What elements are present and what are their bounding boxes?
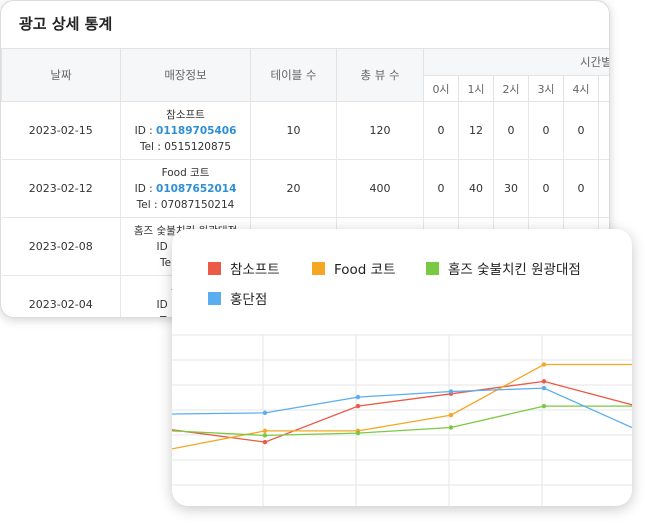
- chart-card: 참소프트 Food 코트 홈즈 숯불치킨 원광대점 홍단점: [172, 229, 632, 506]
- row-hour-value: 0: [528, 159, 564, 218]
- data-point: [262, 439, 268, 445]
- row-store-info: Food 코트 ID : 01087652014 Tel : 07087150214: [120, 159, 251, 218]
- tel-label: Tel :: [139, 140, 161, 153]
- row-hour-value: 0: [423, 101, 459, 160]
- table-row[interactable]: 2023-02-15 참소프트 ID : 01189705406 Tel : 0515…: [1, 101, 609, 160]
- row-hour-value: 0: [563, 159, 599, 218]
- row-hour-value: 40: [458, 159, 494, 218]
- line-chart: [172, 334, 632, 506]
- hour-header: 1시: [458, 75, 494, 102]
- column-header-date[interactable]: 날짜: [1, 48, 121, 102]
- store-id-line: ID : 01087652014: [121, 181, 250, 197]
- data-point: [448, 425, 454, 430]
- series-line: [172, 380, 632, 443]
- store-id-link[interactable]: 01189705406: [156, 125, 236, 137]
- id-label: ID :: [134, 182, 153, 195]
- row-tables: 10: [250, 101, 337, 160]
- data-point: [262, 410, 268, 416]
- column-header-hourly[interactable]: 시간별: [422, 48, 609, 76]
- row-hour-value: [598, 159, 609, 218]
- data-point: [355, 403, 361, 409]
- data-point: [541, 403, 547, 409]
- id-label: ID :: [134, 124, 153, 137]
- hour-header: 0시: [423, 75, 459, 102]
- data-point: [541, 379, 547, 384]
- data-point: [448, 412, 454, 418]
- row-hour-value: 12: [458, 101, 494, 160]
- store-tel-line: Tel : 0515120875: [121, 139, 250, 155]
- store-id-link[interactable]: 01087652014: [156, 183, 236, 195]
- hour-header: 5: [597, 75, 609, 102]
- hour-header: 2시: [493, 75, 529, 102]
- tel-label: Tel :: [136, 198, 158, 211]
- row-date: 2023-02-04: [1, 275, 121, 317]
- row-hour-value: 0: [563, 101, 599, 160]
- data-point: [355, 394, 361, 400]
- row-total-views: 400: [336, 159, 424, 218]
- data-point: [448, 389, 454, 394]
- store-tel: 0515120875: [164, 140, 232, 153]
- row-hour-value: 0: [528, 101, 564, 160]
- store-name: Food 코트: [161, 166, 210, 179]
- store-tel: 07087150214: [160, 198, 235, 211]
- row-hour-value: [598, 101, 609, 160]
- column-header-store-info[interactable]: 매장정보: [120, 48, 251, 102]
- data-point: [262, 433, 268, 438]
- card-title: 광고 상세 통계: [19, 15, 113, 33]
- data-point: [541, 362, 547, 367]
- row-hour-value: 30: [493, 159, 529, 218]
- hour-header: 3시: [528, 75, 564, 102]
- data-point: [262, 428, 268, 434]
- row-date: 2023-02-12: [1, 159, 121, 218]
- row-date: 2023-02-08: [1, 217, 121, 276]
- store-name: 참소프트: [166, 108, 205, 121]
- row-hour-value: 0: [423, 159, 459, 218]
- data-point: [541, 385, 547, 391]
- row-date: 2023-02-15: [1, 101, 121, 160]
- hour-header: 4시: [563, 75, 599, 102]
- row-tables: 20: [250, 159, 337, 218]
- row-store-info: 참소프트 ID : 01189705406 Tel : 0515120875: [120, 101, 251, 160]
- row-hour-value: 0: [493, 101, 529, 160]
- column-header-tables[interactable]: 테이블 수: [250, 48, 337, 102]
- store-tel-line: Tel : 07087150214: [121, 197, 250, 213]
- table-row[interactable]: 2023-02-12 Food 코트 ID : 01087652014 Tel : 0…: [1, 159, 609, 218]
- store-id-line: ID : 01189705406: [121, 123, 250, 139]
- column-header-total-views[interactable]: 총 뷰 수: [336, 48, 424, 102]
- row-total-views: 120: [336, 101, 424, 160]
- data-point: [355, 430, 361, 436]
